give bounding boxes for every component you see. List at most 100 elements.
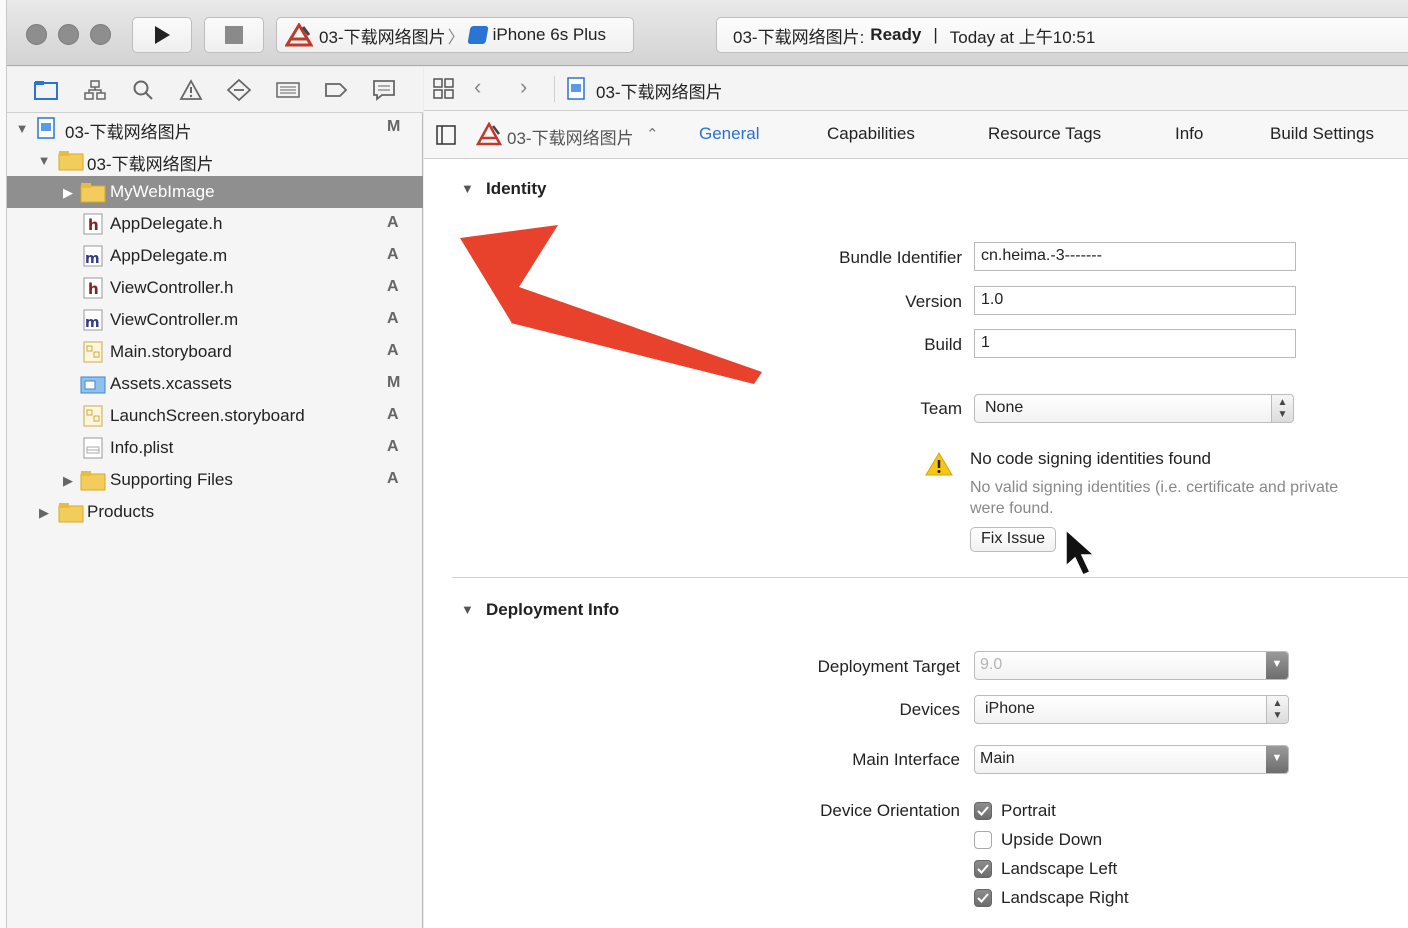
tree-row-file[interactable]: h AppDelegate.h A (7, 208, 423, 240)
minimize-window-button[interactable] (58, 24, 79, 45)
debug-navigator-tab[interactable] (273, 76, 303, 104)
landscape-left-checkbox[interactable] (974, 860, 992, 878)
section-separator (452, 577, 1408, 578)
deployment-section-title: Deployment Info (486, 600, 620, 619)
symbol-navigator-tab[interactable] (80, 76, 110, 104)
tab-general[interactable]: General (699, 124, 759, 144)
tree-row-group[interactable]: ▼ 03-下载网络图片 (7, 144, 423, 176)
warning-message-line1: No valid signing identities (i.e. certif… (970, 479, 1339, 496)
tab-build-settings[interactable]: Build Settings (1270, 124, 1374, 144)
tree-row-supporting-files[interactable]: ▶ Supporting Files A (7, 464, 423, 496)
chevron-right-icon: 〉 (447, 27, 465, 47)
portrait-checkbox[interactable] (974, 802, 992, 820)
tree-row-project[interactable]: ▼ 03-下载网络图片 M (7, 112, 423, 144)
disclosure-right-icon[interactable]: ▶ (61, 185, 75, 201)
project-file-icon (567, 77, 585, 100)
forward-arrow-icon[interactable]: › (520, 74, 527, 100)
main-interface-label: Main Interface (852, 750, 960, 769)
related-items-grid-icon[interactable] (432, 77, 456, 101)
run-button[interactable] (132, 17, 192, 53)
section-disclosure-icon[interactable]: ▼ (461, 602, 474, 617)
tree-row-file[interactable]: m AppDelegate.m A (7, 240, 423, 272)
main-interface-combo[interactable]: Main ▼ (974, 745, 1289, 774)
folder-navigator-tab[interactable] (31, 76, 61, 104)
fix-issue-button[interactable]: Fix Issue (970, 527, 1057, 552)
tree-item-label: Supporting Files (110, 470, 233, 489)
orientation-upside-down[interactable]: Upside Down (974, 827, 1102, 853)
close-window-button[interactable] (26, 24, 47, 45)
scheme-device-label: iPhone 6s Plus (492, 25, 606, 44)
tab-capabilities[interactable]: Capabilities (827, 124, 915, 144)
tree-row-mywebimage[interactable]: ▶ MyWebImage (7, 176, 423, 208)
source-control-status: A (387, 310, 399, 327)
activity-time-label: Today at 上午10:51 (949, 27, 1096, 47)
disclosure-down-icon[interactable]: ▼ (37, 153, 51, 168)
issue-navigator-tab[interactable] (176, 76, 206, 104)
team-popup-value: None (985, 399, 1024, 416)
checkmark-icon (977, 864, 989, 874)
source-control-status: M (387, 118, 401, 135)
disclosure-right-icon[interactable]: ▶ (61, 473, 75, 489)
activity-status-label: Ready (870, 25, 922, 44)
tree-row-file[interactable]: Main.storyboard A (7, 336, 423, 368)
test-navigator-tab[interactable] (224, 76, 254, 104)
folder-icon (58, 503, 84, 523)
tree-item-label: ViewController.m (110, 310, 239, 329)
tree-item-label: AppDelegate.h (110, 214, 223, 233)
tree-item-label: AppDelegate.m (110, 246, 228, 265)
find-navigator-tab[interactable] (128, 76, 158, 104)
identity-section-title: Identity (486, 179, 547, 198)
device-orientation-label: Device Orientation (820, 801, 960, 820)
sidebar-toggle-icon[interactable] (436, 125, 456, 145)
tree-item-label: Main.storyboard (110, 342, 232, 361)
jump-bar-file-label[interactable]: 03-下载网络图片 (596, 78, 723, 103)
project-editor: ‹ › 03-下载网络图片 03-下载网络图片 ⌃ General Capabi… (424, 67, 1408, 928)
version-field[interactable]: 1.0 (974, 286, 1296, 315)
tree-row-file[interactable]: Info.plist A (7, 432, 423, 464)
chevron-updown-icon[interactable]: ⌃ (646, 125, 659, 143)
target-selector[interactable]: 03-下载网络图片 (507, 124, 634, 149)
report-navigator-tab[interactable] (369, 76, 399, 104)
window-toolbar: 03-下载网络图片 〉 iPhone 6s Plus 03-下载网络图片: Re… (0, 0, 1408, 66)
scheme-selector[interactable]: 03-下载网络图片 〉 iPhone 6s Plus (276, 17, 634, 53)
orientation-label: Landscape Right (1001, 888, 1129, 907)
team-popup[interactable]: None ▲ ▼ (974, 394, 1294, 423)
section-disclosure-icon[interactable]: ▼ (461, 181, 474, 196)
orientation-landscape-right[interactable]: Landscape Right (974, 885, 1129, 911)
warning-title: No code signing identities found (970, 449, 1211, 468)
devices-label: Devices (899, 700, 960, 719)
build-field[interactable]: 1 (974, 329, 1296, 358)
deployment-target-combo[interactable]: 9.0 ▼ (974, 651, 1289, 680)
tree-item-label: MyWebImage (110, 182, 215, 201)
source-control-status: A (387, 214, 399, 231)
upside-down-checkbox[interactable] (974, 831, 992, 849)
zoom-window-button[interactable] (90, 24, 111, 45)
svg-text:m: m (85, 251, 100, 267)
tab-resource-tags[interactable]: Resource Tags (988, 124, 1101, 144)
back-arrow-icon[interactable]: ‹ (474, 74, 481, 100)
tab-info[interactable]: Info (1175, 124, 1203, 144)
team-label: Team (920, 399, 962, 418)
svg-text:m: m (85, 315, 100, 331)
orientation-landscape-left[interactable]: Landscape Left (974, 856, 1117, 882)
landscape-right-checkbox[interactable] (974, 889, 992, 907)
tree-row-products[interactable]: ▶ Products (7, 496, 423, 528)
tree-row-file[interactable]: LaunchScreen.storyboard A (7, 400, 423, 432)
disclosure-right-icon[interactable]: ▶ (37, 505, 51, 521)
jump-bar: ‹ › 03-下载网络图片 (424, 67, 1408, 111)
disclosure-down-icon[interactable]: ▼ (15, 121, 29, 136)
chevron-down-icon[interactable]: ▼ (1266, 746, 1288, 773)
breakpoint-navigator-tab[interactable] (321, 76, 351, 104)
tree-row-file[interactable]: m ViewController.m A (7, 304, 423, 336)
header-file-icon: h (83, 277, 103, 299)
bundle-identifier-field[interactable]: cn.heima.-3------- (974, 242, 1296, 271)
implementation-file-icon: m (83, 309, 103, 331)
orientation-portrait[interactable]: Portrait (974, 798, 1056, 824)
devices-popup[interactable]: iPhone ▲ ▼ (974, 695, 1289, 724)
chevron-down-icon[interactable]: ▼ (1266, 652, 1288, 679)
deployment-target-label: Deployment Target (817, 657, 960, 676)
stop-button[interactable] (204, 17, 264, 53)
tree-row-file[interactable]: Assets.xcassets M (7, 368, 423, 400)
tree-item-label: Info.plist (110, 438, 174, 457)
tree-row-file[interactable]: h ViewController.h A (7, 272, 423, 304)
